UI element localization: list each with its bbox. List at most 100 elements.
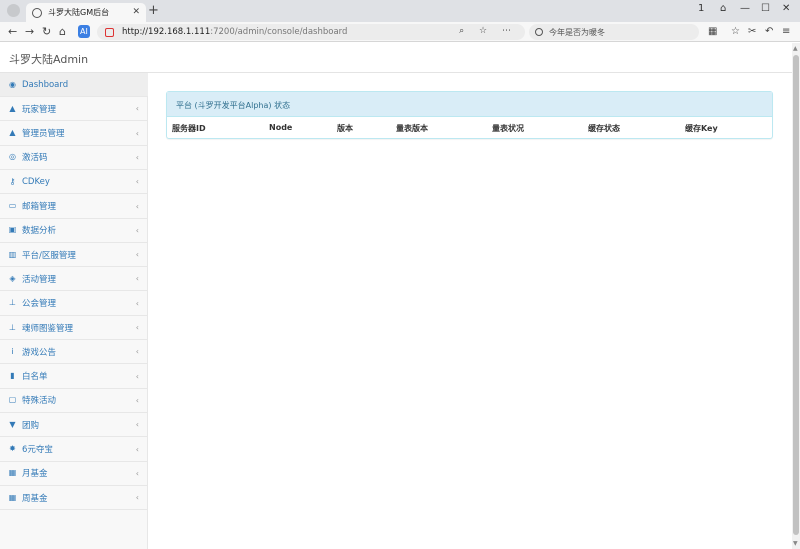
url-tools-icons[interactable]: ⌕ ☆ ⋯	[459, 26, 517, 36]
sidebar-item-activity-management[interactable]: ◈ 活动管理 ‹	[0, 267, 148, 292]
sidebar-item-label: 游戏公告	[22, 347, 57, 358]
sidebar-item-label: 激活码	[22, 153, 48, 164]
scroll-thumb[interactable]	[793, 55, 799, 535]
sidebar-item-weekly-fund[interactable]: ▦ 周基金 ‹	[0, 486, 148, 511]
column-header: Node	[269, 123, 293, 132]
game-announcement-icon: ⅰ	[11, 346, 14, 356]
column-header: 量表状况	[492, 124, 524, 133]
sidebar-item-dashboard[interactable]: ◉ Dashboard	[0, 73, 148, 97]
sidebar-item-label: 白名单	[22, 372, 48, 383]
sidebar-item-six-yuan-treasure[interactable]: ✸ 6元夺宝 ‹	[0, 438, 148, 462]
favorites-icon[interactable]: ☆	[731, 26, 740, 38]
sidebar-item-soul-master-atlas-management[interactable]: ⊥ 魂师图鉴管理 ‹	[0, 316, 148, 340]
maximize-button[interactable]: ☐	[761, 3, 770, 14]
sidebar-item-label: 数据分析	[22, 226, 57, 237]
back-button[interactable]: ←	[8, 25, 17, 38]
sidebar-item-activation-code[interactable]: ◎ 激活码 ‹	[0, 146, 148, 170]
sidebar-item-label: Dashboard	[22, 79, 69, 90]
group-buy-icon: ▼	[9, 419, 16, 429]
column-header: 版本	[337, 124, 353, 133]
chevron-left-icon: ‹	[135, 493, 139, 503]
scroll-down-icon[interactable]: ▼	[793, 540, 798, 547]
chevron-left-icon: ‹	[135, 444, 139, 454]
sidebar-item-game-announcement[interactable]: ⅰ 游戏公告 ‹	[0, 340, 148, 365]
page-scrollbar[interactable]: ▲ ▼	[792, 43, 800, 549]
shirt-icon[interactable]: ⌂	[720, 3, 726, 14]
whitelist-icon: ▮	[10, 371, 15, 381]
sidebar-item-cdkey[interactable]: ⚷ CDKey ‹	[0, 170, 148, 195]
sidebar-item-label: 玩家管理	[22, 104, 57, 115]
sidebar-item-label: 特殊活动	[22, 396, 57, 407]
chevron-left-icon: ‹	[135, 177, 139, 187]
sidebar-item-platform-server-management[interactable]: ▥ 平台/区服管理 ‹	[0, 243, 148, 268]
sidebar-item-label: 公会管理	[22, 299, 57, 310]
chevron-left-icon: ‹	[135, 274, 139, 284]
sidebar-item-admin-management[interactable]: ▲ 管理员管理 ‹	[0, 122, 148, 146]
sidebar: ◉ Dashboard ▲ 玩家管理 ‹ ▲ 管理员管理 ‹ ◎ 激活码 ‹ ⚷ CDKey ‹ ▭ 邮箱管理…	[0, 73, 148, 549]
sidebar-item-label: 团购	[22, 420, 40, 431]
cdkey-icon: ⚷	[9, 176, 16, 186]
chevron-left-icon: ‹	[135, 371, 139, 381]
chevron-left-icon: ‹	[135, 298, 139, 308]
minimize-button[interactable]: —	[740, 3, 750, 14]
tab-title: 斗罗大陆GM后台	[48, 8, 110, 17]
tab-counter-icon[interactable]: 1	[698, 3, 704, 14]
sidebar-item-mailbox-management[interactable]: ▭ 邮箱管理 ‹	[0, 195, 148, 219]
activity-management-icon: ◈	[9, 273, 16, 283]
platform-server-management-icon: ▥	[8, 249, 17, 259]
special-activity-icon: ▢	[8, 395, 17, 405]
app-header: 斗罗大陆Admin	[0, 43, 792, 73]
forward-button[interactable]: →	[25, 25, 34, 38]
grid-icon[interactable]: ▦	[708, 26, 717, 38]
monthly-fund-icon: ▦	[8, 468, 17, 478]
weekly-fund-icon: ▦	[8, 492, 17, 502]
scissors-icon[interactable]: ✂	[748, 26, 756, 38]
sidebar-item-label: CDKey	[22, 176, 50, 187]
browser-tab[interactable]: 斗罗大陆GM后台 ✕	[26, 3, 146, 22]
main-content: 平台 (斗罗开发平台Alpha) 状态 服务器ID Node 版本 量表版本 量…	[148, 73, 792, 549]
sidebar-item-label: 6元夺宝	[22, 445, 53, 455]
url-path: :7200/admin/console/dashboard	[210, 27, 348, 37]
url-input[interactable]: http://192.168.1.111 :7200/admin/console…	[97, 24, 525, 40]
search-placeholder: 今年是否为暖冬	[549, 27, 605, 37]
search-icon	[535, 28, 543, 36]
sidebar-item-whitelist[interactable]: ▮ 白名单 ‹	[0, 365, 148, 389]
ai-icon[interactable]: AI	[78, 25, 90, 38]
sidebar-item-data-analysis[interactable]: ▣ 数据分析 ‹	[0, 219, 148, 243]
chevron-left-icon: ‹	[135, 395, 139, 405]
dashboard-icon: ◉	[9, 79, 16, 89]
table-header-row: 服务器ID Node 版本 量表版本 量表状况 缓存状态 缓存Key	[167, 123, 772, 137]
admin-management-icon: ▲	[9, 128, 16, 138]
tab-close-icon[interactable]: ✕	[132, 7, 140, 17]
scroll-up-icon[interactable]: ▲	[793, 45, 798, 52]
soul-master-atlas-management-icon: ⊥	[9, 322, 16, 332]
home-button[interactable]: ⌂	[59, 25, 66, 38]
address-bar: ← → ↻ ⌂ AI http://192.168.1.111 :7200/ad…	[0, 22, 800, 42]
sidebar-item-player-management[interactable]: ▲ 玩家管理 ‹	[0, 97, 148, 122]
column-header: 缓存状态	[588, 124, 620, 133]
sidebar-item-label: 平台/区服管理	[22, 250, 76, 261]
column-header: 缓存Key	[685, 124, 718, 133]
search-input[interactable]: 今年是否为暖冬	[529, 24, 699, 40]
six-yuan-treasure-icon: ✸	[9, 444, 16, 453]
close-window-button[interactable]: ✕	[782, 3, 790, 14]
brand-title[interactable]: 斗罗大陆Admin	[9, 51, 88, 67]
menu-icon[interactable]: ≡	[782, 26, 790, 38]
chevron-left-icon: ‹	[135, 250, 139, 260]
new-tab-button[interactable]: +	[148, 4, 159, 17]
undo-icon[interactable]: ↶	[765, 26, 773, 38]
security-shield-icon[interactable]	[105, 27, 114, 37]
reload-button[interactable]: ↻	[42, 25, 51, 38]
globe-icon	[32, 7, 42, 18]
sidebar-item-group-buy[interactable]: ▼ 团购 ‹	[0, 413, 148, 438]
chevron-left-icon: ‹	[135, 152, 139, 162]
mailbox-management-icon: ▭	[8, 201, 17, 210]
sidebar-item-label: 活动管理	[22, 274, 57, 285]
sidebar-item-monthly-fund[interactable]: ▦ 月基金 ‹	[0, 462, 148, 486]
sidebar-item-guild-management[interactable]: ⊥ 公会管理 ‹	[0, 292, 148, 316]
sidebar-item-special-activity[interactable]: ▢ 特殊活动 ‹	[0, 389, 148, 413]
column-header: 量表版本	[396, 124, 428, 133]
panel-title: 平台 (斗罗开发平台Alpha) 状态	[167, 92, 772, 117]
browser-logo-icon[interactable]	[7, 4, 20, 17]
browser-tab-bar: 斗罗大陆GM后台 ✕ + 1 ⌂ — ☐ ✕	[0, 0, 800, 22]
